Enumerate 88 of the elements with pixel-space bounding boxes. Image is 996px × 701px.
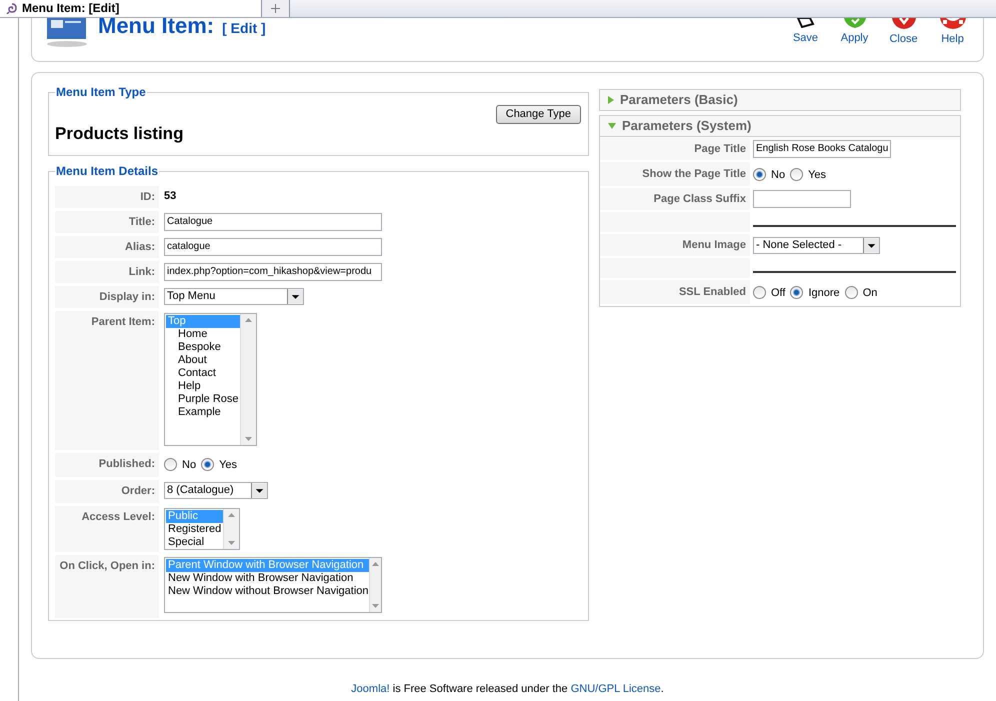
radio-label: No — [182, 458, 196, 473]
text-field[interactable]: English Rose Books Catalogu — [753, 140, 892, 158]
close-icon — [892, 18, 916, 29]
panel-header[interactable]: Parameters (Basic) — [600, 90, 960, 110]
radio-button[interactable] — [201, 458, 214, 471]
radio-button[interactable] — [753, 168, 766, 180]
text-field[interactable]: index.php?option=com_hikashop&view=produ — [164, 263, 382, 281]
dropdown[interactable]: 8 (Catalogue) — [164, 482, 268, 499]
list-box[interactable]: Public Registered Special — [164, 508, 240, 550]
radio-button[interactable] — [164, 458, 177, 471]
field-label: Published: — [55, 453, 159, 477]
text-field[interactable]: catalogue — [164, 238, 382, 256]
radio-label: Ignore — [808, 286, 840, 301]
panel-header[interactable]: Parameters (System) — [600, 116, 960, 136]
page-subtitle: [ Edit ] — [222, 19, 266, 38]
plus-icon — [271, 4, 280, 12]
caret-icon — [287, 289, 303, 304]
text-field[interactable]: Catalogue — [164, 213, 382, 231]
toolbar-button[interactable]: Save — [781, 18, 830, 48]
text-field[interactable] — [753, 190, 851, 208]
radio-button[interactable] — [790, 286, 804, 298]
lifebuoy-icon — [940, 18, 966, 29]
param-label: Menu Image — [600, 234, 750, 256]
toolbar-button[interactable]: Close — [879, 18, 928, 48]
field-label: Order: — [55, 480, 159, 503]
list-option[interactable]: About — [166, 354, 240, 367]
radio-button[interactable] — [753, 286, 766, 298]
footer-link[interactable]: GNU/GPL License — [570, 683, 661, 695]
scrollbar[interactable] — [240, 314, 256, 445]
new-tab-button[interactable] — [262, 0, 290, 17]
panel-legend: Menu Item Type — [55, 83, 147, 101]
list-option[interactable]: Contact — [166, 367, 240, 380]
list-option[interactable]: New Window without Browser Navigation — [166, 585, 369, 598]
field-label: ID: — [55, 186, 159, 208]
radio-label: Yes — [808, 168, 826, 183]
field-label: Display in: — [55, 286, 159, 308]
list-box[interactable]: Top Home Bespoke About Contact Help Purple Rose Example — [164, 313, 257, 446]
field-label: Parent Item: — [55, 311, 159, 450]
list-option[interactable]: Home — [166, 328, 240, 341]
radio-label: No — [771, 168, 786, 183]
param-label: Page Class Suffix — [600, 188, 750, 210]
scroll-up-icon — [372, 562, 379, 566]
menu-item-icon — [46, 18, 88, 48]
radio-button[interactable] — [844, 286, 858, 298]
browser-tab[interactable]: Menu Item: [Edit] — [0, 0, 262, 17]
list-option[interactable]: Help — [166, 380, 240, 393]
field-label: Alias: — [55, 236, 159, 258]
field-label: On Click, Open in: — [55, 555, 159, 618]
dropdown[interactable]: Top Menu — [164, 288, 304, 305]
field-label: Title: — [55, 211, 159, 233]
scrollbar[interactable] — [368, 558, 381, 612]
field-label: Access Level: — [55, 506, 159, 552]
collapsed-arrow-icon — [608, 96, 614, 104]
id-value: 53 — [164, 189, 176, 204]
list-box[interactable]: Parent Window with Browser Navigation New Window with Browser Navigation New Window without Browser Navigation — [164, 557, 382, 613]
footer-text: Joomla! is Free Software released under the GNU/GPL License. — [351, 682, 664, 697]
list-option[interactable]: Special — [166, 536, 223, 549]
scroll-down-icon — [372, 604, 379, 608]
radio-label: On — [862, 286, 878, 301]
param-label: Page Title — [600, 138, 750, 160]
list-option[interactable]: Purple Rose — [166, 393, 240, 406]
scroll-up-icon — [228, 513, 235, 517]
change-type-button[interactable]: Change Type — [496, 105, 581, 124]
toolbar-button[interactable]: Help — [928, 18, 977, 48]
radio-label: Off — [771, 286, 786, 301]
list-option[interactable]: Example — [166, 406, 240, 419]
list-option[interactable]: Registered — [166, 523, 223, 536]
scrollbar[interactable] — [223, 509, 239, 549]
radio-button[interactable] — [790, 168, 804, 180]
radio-label: Yes — [219, 458, 238, 473]
expanded-arrow-icon — [608, 123, 616, 129]
caret-icon — [863, 238, 879, 252]
param-label: SSL Enabled — [600, 280, 750, 304]
list-option[interactable]: New Window with Browser Navigation — [166, 572, 369, 585]
caret-icon — [251, 483, 267, 498]
spiral-icon — [6, 2, 18, 14]
check-icon — [844, 18, 866, 28]
toolbar-button[interactable]: Apply — [830, 18, 879, 48]
scroll-down-icon — [245, 437, 252, 441]
field-label: Link: — [55, 261, 159, 283]
panel-legend: Menu Item Details — [55, 162, 160, 180]
param-label: Show the Page Title — [600, 162, 750, 186]
list-option[interactable]: Bespoke — [166, 341, 240, 354]
scroll-up-icon — [245, 318, 252, 322]
dropdown[interactable]: - None Selected - — [753, 236, 880, 254]
menu-item-type-value: Products listing — [55, 123, 184, 145]
scroll-down-icon — [228, 541, 235, 545]
footer-link[interactable]: Joomla! — [351, 683, 390, 695]
